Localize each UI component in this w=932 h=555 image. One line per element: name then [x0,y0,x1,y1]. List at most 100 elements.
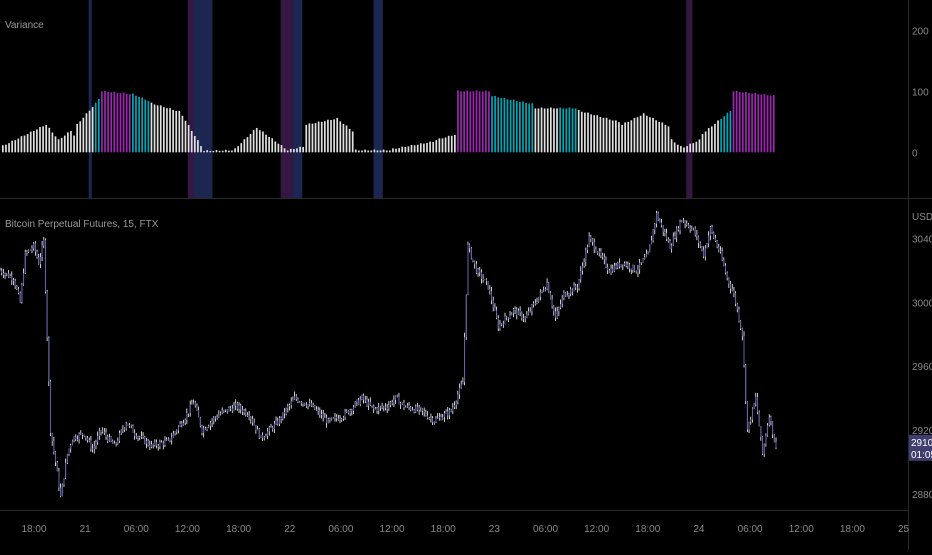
price-candle-body [81,433,83,435]
price-candle-body [240,405,242,410]
variance-bar [128,94,131,153]
variance-bar [707,128,710,153]
price-candle-body [147,440,149,445]
variance-bar [132,93,134,153]
price-candle-body [300,402,302,404]
variance-bar [698,139,701,153]
price-candle-body [438,416,440,418]
price-candle-body [415,406,417,413]
price-candle-body [283,412,285,414]
price-candle-body [457,394,459,402]
variance-bar [599,116,602,153]
variance-bar [2,145,4,153]
variance-bar [172,109,174,153]
price-candle-body [11,275,13,281]
price-candle-body [709,226,711,236]
price-candle-body [637,269,639,273]
price-candle-body [113,443,115,445]
price-candle-body [450,409,452,412]
price-candle-body [21,284,23,302]
price-candle-body [218,414,220,418]
price-candle-body [83,434,85,436]
price-candle-body [484,279,486,281]
price-candle-body [90,440,92,449]
variance-bar [726,112,729,153]
price-candle-body [188,413,190,415]
variance-bar [658,121,661,153]
variance-bar [559,107,561,153]
time-axis-label: 06:00 [124,524,149,535]
price-candle-body [206,427,208,430]
variance-bar [364,149,366,153]
price-candle-body [496,310,498,319]
variance-bar [481,91,484,153]
time-axis-label: 12:00 [175,524,200,535]
variance-bar [166,108,168,153]
price-candle-body [145,440,147,444]
variance-bar [110,92,113,153]
price-candle-body [305,405,307,407]
price-candle-body [235,403,237,406]
price-candle-body [191,404,193,406]
variance-bar [187,124,190,153]
chart-root: 2001000USD304003000029600292002880029108… [0,0,932,550]
price-candle-body [150,444,153,447]
price-candle-body [334,416,336,418]
price-candle-body [464,337,466,383]
variance-bar [398,148,400,153]
price-candle-body [337,418,339,420]
price-candle-body [615,265,617,268]
price-candle-body [701,246,703,250]
price-candle-body [501,323,503,325]
variance-bar [494,95,496,153]
price-candle-body [248,415,250,418]
price-candle-body [613,265,615,272]
price-candle-body [635,271,637,273]
price-candle-body [485,279,487,282]
variance-bar [57,139,60,153]
variance-bar [676,144,679,153]
variance-bar [11,140,13,153]
price-candle-body [193,402,195,405]
price-candle-body [327,419,329,424]
price-candle-body [455,401,457,406]
price-candle-body [592,239,594,243]
variance-bar [426,143,428,153]
price-candle-body [607,266,609,271]
variance-bar [757,94,760,153]
price-candle-body [507,317,509,319]
price-candle-body [186,413,188,420]
price-candle-body [364,399,366,401]
price-candle-body [743,335,745,365]
variance-bar [169,108,171,153]
price-candle-body [393,399,395,404]
price-candle-body [384,406,386,408]
price-candle-body [583,261,585,266]
variance-bar [373,149,376,153]
price-candle-body [597,251,599,254]
price-candle-body [221,410,223,414]
variance-bar [240,143,243,153]
variance-bar [113,91,116,153]
price-candle-body [156,442,158,446]
variance-bar [42,126,44,153]
variance-bar [268,136,270,153]
price-candle-body [684,221,686,224]
price-candle-body [184,419,186,423]
price-y-tick-label: 30400 [912,234,932,245]
variance-bar [308,123,311,153]
price-candle-body [538,296,540,302]
price-candle-body [533,303,535,305]
price-candle-body [504,316,506,325]
variance-bar [772,94,775,153]
variance-bar [339,121,342,153]
price-candle-body [204,428,206,430]
price-candle-body [403,402,405,408]
variance-bar [218,150,221,153]
price-candle-body [416,406,418,411]
variance-bar [754,92,757,153]
price-candle-body [390,402,392,406]
price-candle-body [120,430,122,434]
variance-bar [150,102,153,153]
price-candle-body [351,409,353,411]
